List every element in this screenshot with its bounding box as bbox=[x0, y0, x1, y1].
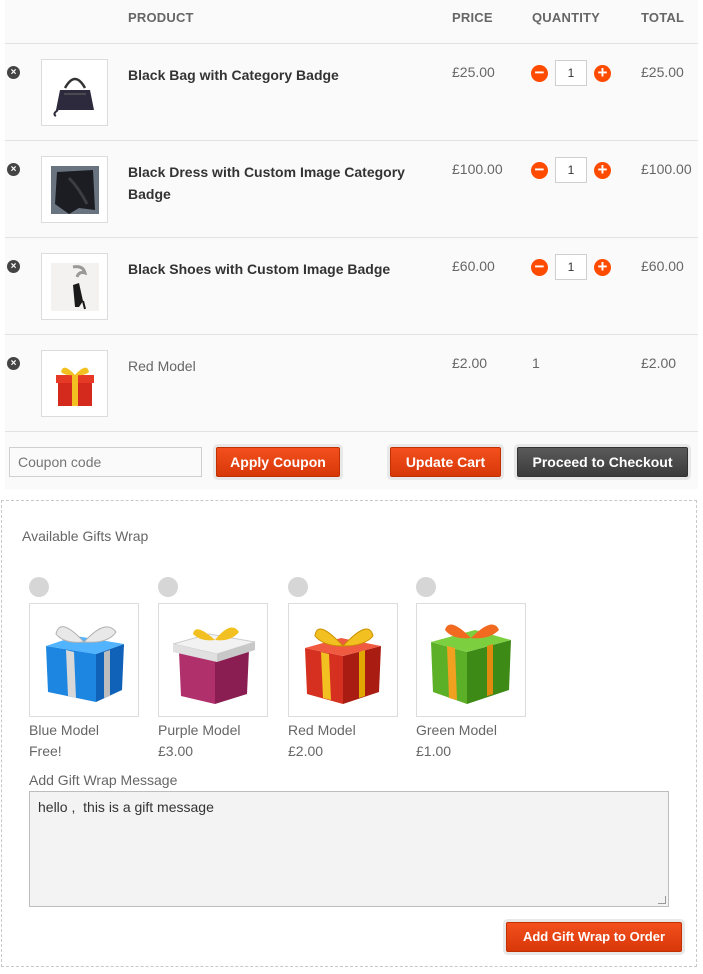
proceed-to-checkout-button[interactable]: Proceed to Checkout bbox=[517, 447, 688, 477]
gift-message-text: hello , this is a gift message bbox=[38, 799, 214, 815]
blue-gift-icon bbox=[46, 626, 124, 702]
table-row: × Black Dress with Custom Image Category… bbox=[5, 141, 698, 238]
dress-icon bbox=[50, 165, 99, 214]
update-cart-button[interactable]: Update Cart bbox=[390, 447, 501, 477]
line-total: £25.00 bbox=[641, 64, 684, 80]
apply-coupon-button[interactable]: Apply Coupon bbox=[216, 447, 340, 477]
product-thumbnail[interactable] bbox=[41, 59, 108, 126]
add-gift-wrap-button[interactable]: Add Gift Wrap to Order bbox=[506, 922, 682, 952]
table-row: × Black Bag with Category Badge £25.00 −… bbox=[5, 44, 698, 141]
product-name: Red Model bbox=[128, 358, 196, 374]
cart-actions: Apply Coupon Update Cart Proceed to Chec… bbox=[5, 432, 698, 489]
gift-wrap-name: Red Model bbox=[288, 722, 356, 738]
gift-wrap-image[interactable] bbox=[29, 603, 139, 717]
quantity-input[interactable]: 1 bbox=[555, 254, 587, 280]
product-name-link[interactable]: Black Bag with Category Badge bbox=[128, 64, 428, 86]
gift-wrap-price: Free! bbox=[29, 743, 62, 759]
gift-wrap-name: Green Model bbox=[416, 722, 497, 738]
product-price: £2.00 bbox=[452, 355, 488, 371]
gift-wrap-radio[interactable] bbox=[288, 577, 308, 597]
resize-handle-icon[interactable] bbox=[658, 896, 666, 904]
gift-wrap-image[interactable] bbox=[288, 603, 398, 717]
increase-quantity-button[interactable]: + bbox=[594, 161, 611, 179]
gift-wrap-image[interactable] bbox=[158, 603, 268, 717]
gift-message-textarea[interactable]: hello , this is a gift message bbox=[29, 791, 669, 907]
line-total: £100.00 bbox=[641, 161, 692, 177]
green-gift-icon bbox=[431, 624, 511, 704]
table-row: × Black Shoes with Custom Image Badge £6… bbox=[5, 238, 698, 335]
product-price: £25.00 bbox=[452, 64, 495, 80]
remove-item-icon[interactable]: × bbox=[7, 260, 20, 273]
quantity-stepper: − 1 + bbox=[531, 60, 611, 86]
header-price: PRICE bbox=[452, 10, 493, 25]
quantity-stepper: − 1 + bbox=[531, 254, 611, 280]
gift-wrap-price: £2.00 bbox=[288, 743, 324, 759]
product-thumbnail[interactable] bbox=[41, 156, 108, 223]
table-header: PRODUCT PRICE QUANTITY TOTAL bbox=[5, 0, 698, 44]
product-name-link[interactable]: Black Shoes with Custom Image Badge bbox=[128, 258, 428, 280]
product-price: £60.00 bbox=[452, 258, 495, 274]
bag-icon bbox=[52, 77, 94, 117]
gift-wrap-name: Purple Model bbox=[158, 722, 241, 738]
remove-item-icon[interactable]: × bbox=[7, 66, 20, 79]
gift-message-label: Add Gift Wrap Message bbox=[29, 772, 178, 788]
increase-quantity-button[interactable]: + bbox=[594, 64, 611, 82]
gift-wrap-name: Blue Model bbox=[29, 722, 100, 738]
quantity-stepper: − 1 + bbox=[531, 157, 611, 183]
table-row: × Red Model £2.00 1 £2.00 bbox=[5, 335, 698, 432]
gift-wrap-radio[interactable] bbox=[158, 577, 178, 597]
gift-wrap-title: Available Gifts Wrap bbox=[22, 528, 149, 544]
decrease-quantity-button[interactable]: − bbox=[531, 64, 548, 82]
gift-wrap-radio[interactable] bbox=[416, 577, 436, 597]
coupon-code-input[interactable] bbox=[9, 447, 202, 477]
quantity-input[interactable]: 1 bbox=[555, 157, 587, 183]
quantity-input[interactable]: 1 bbox=[555, 60, 587, 86]
cart-table: PRODUCT PRICE QUANTITY TOTAL × Black Bag… bbox=[5, 0, 698, 489]
product-thumbnail[interactable] bbox=[41, 350, 108, 417]
remove-item-icon[interactable]: × bbox=[7, 163, 20, 176]
product-price: £100.00 bbox=[452, 161, 503, 177]
header-total: TOTAL bbox=[641, 10, 685, 25]
header-quantity: QUANTITY bbox=[532, 10, 601, 25]
line-total: £2.00 bbox=[641, 355, 677, 371]
red-gift-icon bbox=[55, 367, 94, 406]
line-total: £60.00 bbox=[641, 258, 684, 274]
increase-quantity-button[interactable]: + bbox=[594, 258, 611, 276]
purple-gift-icon bbox=[172, 627, 256, 704]
gift-wrap-price: £1.00 bbox=[416, 743, 452, 759]
header-product: PRODUCT bbox=[128, 10, 194, 25]
gift-wrap-price: £3.00 bbox=[158, 743, 194, 759]
red-gift-icon bbox=[305, 628, 381, 704]
product-name-link[interactable]: Black Dress with Custom Image Category B… bbox=[128, 161, 428, 205]
shoes-icon bbox=[50, 262, 99, 311]
gift-wrap-radio[interactable] bbox=[29, 577, 49, 597]
remove-item-icon[interactable]: × bbox=[7, 357, 20, 370]
product-thumbnail[interactable] bbox=[41, 253, 108, 320]
decrease-quantity-button[interactable]: − bbox=[531, 161, 548, 179]
gift-wrap-panel: Available Gifts Wrap Blue Model Free! Pu… bbox=[1, 500, 697, 967]
gift-wrap-image[interactable] bbox=[416, 603, 526, 717]
quantity-value: 1 bbox=[532, 355, 540, 371]
decrease-quantity-button[interactable]: − bbox=[531, 258, 548, 276]
